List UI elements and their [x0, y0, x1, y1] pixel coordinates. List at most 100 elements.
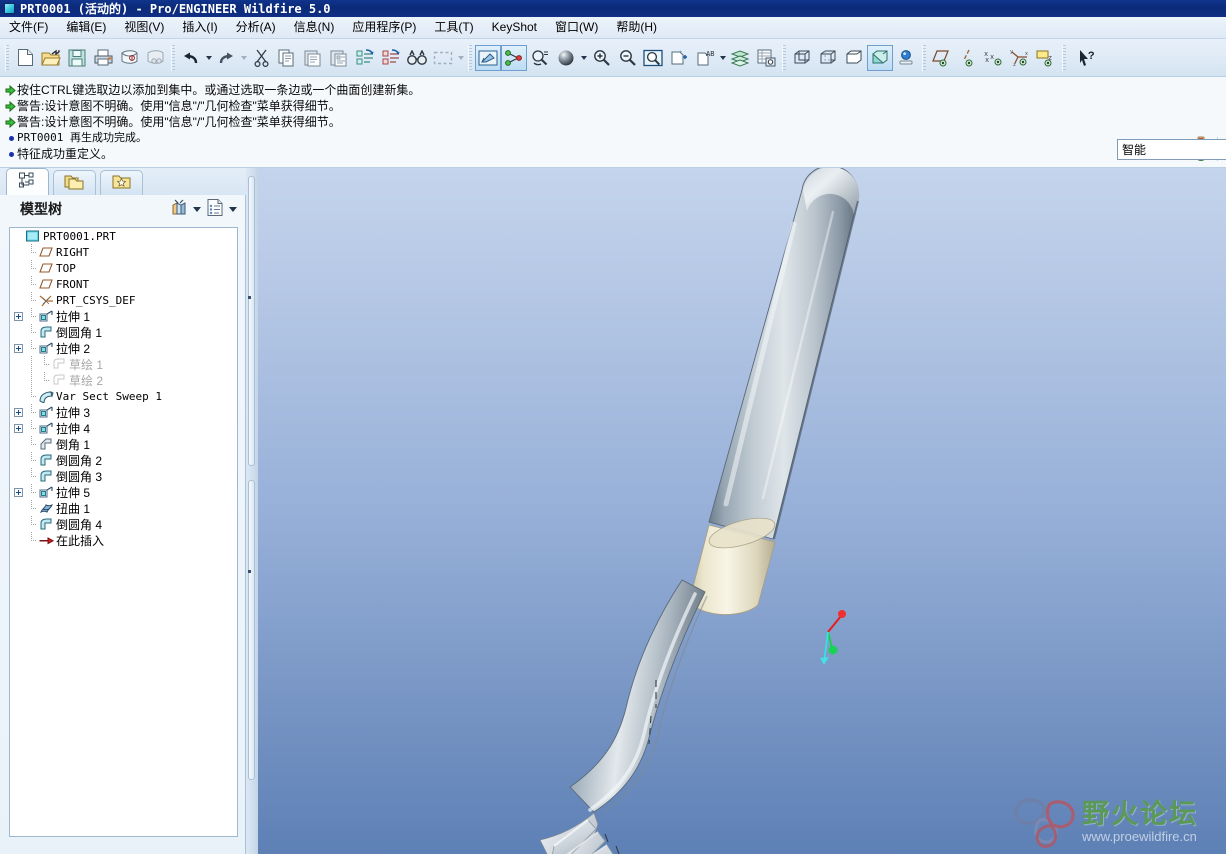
repaint-button[interactable]	[666, 45, 692, 71]
datum-plane-toggle[interactable]	[929, 45, 955, 71]
tree-row-sketch[interactable]: 草绘 2	[10, 372, 237, 388]
menu-keyshot[interactable]: KeyShot	[483, 18, 546, 37]
appearance-dropdown[interactable]	[579, 45, 588, 71]
view-manager-button[interactable]	[753, 45, 779, 71]
regenerate-button[interactable]	[352, 45, 378, 71]
tree-row-csys[interactable]: PRT_CSYS_DEF	[10, 292, 237, 308]
tree-row-datum-plane[interactable]: RIGHT	[10, 244, 237, 260]
tree-row-extrude[interactable]: 拉伸 5	[10, 484, 237, 500]
tree-row-part[interactable]: PRT0001.PRT	[10, 228, 237, 244]
find-button[interactable]	[404, 45, 430, 71]
toolbar-grip-3[interactable]	[468, 44, 472, 71]
wireframe-button[interactable]	[789, 45, 815, 71]
tree-row-extrude[interactable]: 拉伸 3	[10, 404, 237, 420]
menu-view[interactable]: 视图(V)	[115, 18, 173, 37]
tree-row-round[interactable]: 倒圆角 2	[10, 452, 237, 468]
light-button[interactable]	[893, 45, 919, 71]
reorient-button[interactable]	[527, 45, 553, 71]
undo-button[interactable]	[178, 45, 204, 71]
selection-box-dropdown[interactable]	[456, 45, 465, 71]
print-button[interactable]	[90, 45, 116, 71]
tree-settings-dropdown[interactable]	[191, 198, 203, 220]
annotate-button[interactable]: AB	[692, 45, 718, 71]
tree-row-extrude[interactable]: 拉伸 2	[10, 340, 237, 356]
email-secondary-button[interactable]	[142, 45, 168, 71]
zoom-in-button[interactable]	[588, 45, 614, 71]
menu-edit[interactable]: 编辑(E)	[57, 18, 115, 37]
email-button[interactable]	[116, 45, 142, 71]
tree-row-datum-plane[interactable]: FRONT	[10, 276, 237, 292]
selection-filter-combobox[interactable]: 智能	[1117, 139, 1226, 160]
menu-help[interactable]: 帮助(H)	[607, 18, 666, 37]
sketch-view-button[interactable]	[475, 44, 501, 71]
toolbar-grip-6[interactable]	[1062, 44, 1066, 71]
paste-special-button[interactable]	[326, 45, 352, 71]
menu-info[interactable]: 信息(N)	[285, 18, 344, 37]
tree-row-sketch[interactable]: 草绘 1	[10, 356, 237, 372]
datum-note-toggle[interactable]: z	[1033, 45, 1059, 71]
menu-tools[interactable]: 工具(T)	[425, 18, 482, 37]
tree-row-extrude[interactable]: 拉伸 4	[10, 420, 237, 436]
tree-expander[interactable]	[12, 484, 25, 500]
graphics-viewport[interactable]: 野火论坛 www.proewildfire.cn	[258, 168, 1226, 854]
menu-insert[interactable]: 插入(I)	[173, 18, 226, 37]
tree-row-round[interactable]: 倒圆角 4	[10, 516, 237, 532]
tree-row-extrude[interactable]: 拉伸 1	[10, 308, 237, 324]
menu-window[interactable]: 窗口(W)	[546, 18, 607, 37]
new-file-button[interactable]	[12, 45, 38, 71]
menu-applications[interactable]: 应用程序(P)	[343, 18, 425, 37]
splitter-collapse-dot[interactable]	[248, 296, 251, 299]
hiddenline-button[interactable]	[815, 45, 841, 71]
menu-file[interactable]: 文件(F)	[0, 18, 57, 37]
toolbar-grip[interactable]	[5, 44, 9, 71]
tree-row-sweep[interactable]: Var Sect Sweep 1	[10, 388, 237, 404]
regenerate-all-button[interactable]	[378, 45, 404, 71]
zoom-out-button[interactable]	[614, 45, 640, 71]
tab-folder-browser[interactable]	[53, 170, 96, 195]
tree-row-chamfer[interactable]: 倒角 1	[10, 436, 237, 452]
tab-favorites[interactable]	[100, 170, 143, 195]
menu-analysis[interactable]: 分析(A)	[227, 18, 285, 37]
panel-splitter[interactable]	[246, 168, 258, 854]
copy-button[interactable]	[274, 45, 300, 71]
tree-row-round[interactable]: 倒圆角 1	[10, 324, 237, 340]
annotate-dropdown[interactable]	[718, 45, 727, 71]
splitter-collapse-dot-2[interactable]	[248, 570, 251, 573]
toolbar-grip-5[interactable]	[922, 44, 926, 71]
nohidden-button[interactable]	[841, 45, 867, 71]
undo-dropdown[interactable]	[204, 45, 213, 71]
shaded-button[interactable]	[867, 44, 893, 71]
tree-settings-button[interactable]	[167, 198, 191, 220]
help-pointer-button[interactable]: ?	[1075, 45, 1101, 71]
toolbar-grip-2[interactable]	[171, 44, 175, 71]
splitter-handle-upper[interactable]	[248, 176, 255, 466]
datum-csys-toggle[interactable]: y x z	[1007, 45, 1033, 71]
layers-button[interactable]	[727, 45, 753, 71]
datum-display-button[interactable]	[501, 44, 527, 71]
appearance-button[interactable]	[553, 45, 579, 71]
splitter-handle-lower[interactable]	[248, 480, 255, 780]
tree-row-datum-plane[interactable]: TOP	[10, 260, 237, 276]
tree-expander[interactable]	[12, 340, 25, 356]
save-button[interactable]	[64, 45, 90, 71]
selection-box-button[interactable]	[430, 45, 456, 71]
datum-point-toggle[interactable]: x x x	[981, 45, 1007, 71]
tree-expander[interactable]	[12, 404, 25, 420]
tree-row-round[interactable]: 倒圆角 3	[10, 468, 237, 484]
redo-dropdown[interactable]	[239, 45, 248, 71]
cut-button[interactable]	[248, 45, 274, 71]
tree-display-button[interactable]	[203, 198, 227, 220]
tree-row-warp[interactable]: 扭曲 1	[10, 500, 237, 516]
datum-axis-toggle[interactable]	[955, 45, 981, 71]
redo-button[interactable]	[213, 45, 239, 71]
toolbar-grip-4[interactable]	[782, 44, 786, 71]
tree-expander[interactable]	[12, 420, 25, 436]
tab-model-tree[interactable]	[6, 168, 49, 195]
tree-row-insert-here[interactable]: 在此插入	[10, 532, 237, 548]
tree-display-dropdown[interactable]	[227, 198, 239, 220]
tree-expander[interactable]	[12, 308, 25, 324]
open-file-button[interactable]	[38, 45, 64, 71]
paste-button[interactable]	[300, 45, 326, 71]
refit-button[interactable]	[640, 45, 666, 71]
model-tree[interactable]: PRT0001.PRT RIGHT TOP FRONT PRT_CSYS_DEF…	[9, 227, 238, 837]
